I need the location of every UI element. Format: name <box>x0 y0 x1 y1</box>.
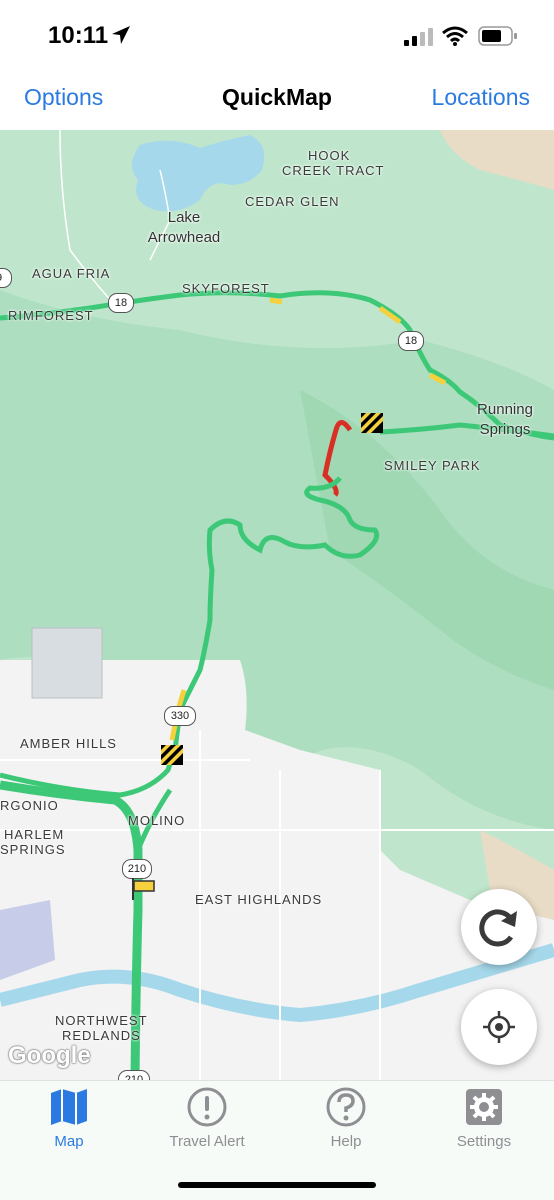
route-shield: 18 <box>398 331 424 351</box>
locations-button[interactable]: Locations <box>432 84 530 111</box>
battery-icon <box>478 26 517 46</box>
tab-label: Map <box>54 1133 84 1150</box>
place-label: HOOK <box>308 148 351 163</box>
place-label: Arrowhead <box>147 229 221 246</box>
roadwork-icon[interactable] <box>160 744 184 766</box>
help-icon <box>326 1087 366 1127</box>
crosshair-icon <box>483 1011 515 1043</box>
place-label: CREEK TRACT <box>282 163 385 178</box>
tab-map[interactable]: Map <box>0 1081 138 1161</box>
refresh-button[interactable] <box>461 889 537 965</box>
tab-label: Help <box>330 1133 362 1150</box>
place-label: SKYFOREST <box>182 281 270 296</box>
place-label: RGONIO <box>0 798 59 813</box>
wifi-icon <box>442 26 468 46</box>
route-shield: 210 <box>122 859 152 879</box>
route-shield: 330 <box>164 706 196 726</box>
grid-block <box>31 627 103 699</box>
cellular-signal-icon <box>404 28 433 46</box>
place-label: AMBER HILLS <box>20 736 117 751</box>
refresh-icon <box>479 909 517 947</box>
status-time: 10:11 <box>48 22 109 49</box>
place-label: RIMFOREST <box>8 308 94 323</box>
place-label: Springs <box>479 421 531 438</box>
place-label: MOLINO <box>128 813 186 828</box>
navigation-bar: Options QuickMap Locations <box>0 70 554 131</box>
locate-me-button[interactable] <box>461 989 537 1065</box>
terrain-desert <box>440 130 554 190</box>
place-label: Running <box>477 401 533 418</box>
status-bar: 10:11 <box>0 0 554 70</box>
location-arrow-icon <box>112 26 130 44</box>
place-label: SMILEY PARK <box>384 458 481 473</box>
options-button[interactable]: Options <box>24 84 103 111</box>
place-label: AGUA FRIA <box>32 266 111 281</box>
place-label: Lake <box>167 209 201 226</box>
tab-label: Travel Alert <box>169 1133 245 1150</box>
place-label: SPRINGS <box>0 842 66 857</box>
place-label: HARLEM <box>4 827 65 842</box>
place-label: EAST HIGHLANDS <box>195 892 323 907</box>
alert-icon <box>187 1087 227 1127</box>
google-attribution: Google <box>8 1042 91 1069</box>
map-view[interactable]: HOOK CREEK TRACT CEDAR GLEN Lake Arrowhe… <box>0 130 554 1080</box>
gear-icon <box>466 1089 502 1125</box>
map-icon <box>51 1089 87 1125</box>
place-label: NORTHWEST <box>55 1013 148 1028</box>
tab-travel-alert[interactable]: Travel Alert <box>138 1081 276 1161</box>
tab-settings[interactable]: Settings <box>415 1081 553 1161</box>
home-indicator <box>178 1182 376 1188</box>
route-shield: 18 <box>108 293 134 313</box>
place-label: REDLANDS <box>62 1028 141 1043</box>
minor-road <box>59 130 121 311</box>
traffic-sign-icon[interactable] <box>130 878 156 900</box>
tab-label: Settings <box>456 1133 512 1150</box>
tab-help[interactable]: Help <box>277 1081 415 1161</box>
roadwork-icon[interactable] <box>360 412 384 434</box>
route-shield: 210 <box>118 1070 150 1080</box>
place-label: CEDAR GLEN <box>245 194 340 209</box>
